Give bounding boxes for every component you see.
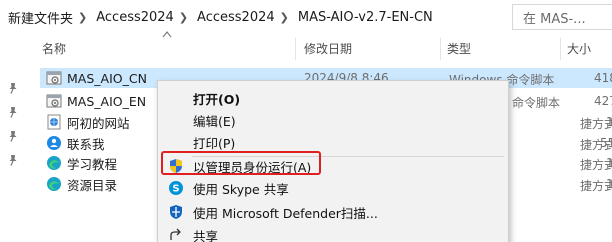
breadcrumb-item[interactable]: Access2024 (96, 10, 174, 25)
breadcrumb-item[interactable]: Access2024 (197, 10, 275, 25)
column-header-modified[interactable]: 修改日期 (304, 38, 352, 60)
menu-item-share[interactable]: 共享 (158, 224, 508, 242)
file-type: 命令脚本 (512, 96, 561, 110)
file-size: 55 (600, 136, 612, 150)
column-header-size[interactable]: 大小 (567, 38, 591, 60)
menu-item-print[interactable]: 打印(P) (158, 131, 508, 153)
menu-item-edit[interactable]: 编辑(E) (158, 109, 508, 131)
file-size: 1 (606, 115, 612, 129)
edge-icon (47, 156, 61, 170)
file-size: 1 (606, 177, 612, 191)
address-bar: 新建文件夹 ❯ Access2024 ❯ Access2024 ❯ MAS-AI… (0, 0, 612, 36)
column-divider[interactable] (560, 38, 561, 60)
pin-icon (9, 131, 17, 142)
defender-shield-icon (170, 205, 182, 219)
chevron-right-icon[interactable]: ❯ (73, 11, 96, 24)
sort-up-icon (162, 31, 172, 38)
batch-file-icon (46, 94, 62, 108)
breadcrumb-item[interactable]: MAS-AIO-v2.7-EN-CN (298, 10, 433, 25)
menu-item-label: 打印(P) (193, 135, 236, 151)
search-box[interactable]: 在 MAS-... (512, 4, 612, 30)
batch-file-icon (46, 71, 62, 85)
pin-icon (9, 83, 17, 94)
search-input[interactable]: 在 MAS-... (523, 8, 586, 27)
skype-icon: S (169, 181, 183, 195)
share-icon (170, 228, 181, 240)
file-size: 1 (606, 156, 612, 170)
breadcrumb: 新建文件夹 ❯ Access2024 ❯ Access2024 ❯ MAS-AI… (0, 5, 527, 29)
file-size: 418 (594, 71, 612, 85)
breadcrumb-item[interactable]: 新建文件夹 (8, 8, 73, 27)
column-divider[interactable] (295, 38, 296, 60)
pin-icon (9, 107, 17, 118)
highlight-annotation (161, 151, 321, 175)
svg-text:S: S (172, 184, 179, 195)
file-size: 427 (594, 94, 612, 108)
chevron-right-icon[interactable]: ❯ (275, 11, 298, 24)
menu-item-label: 使用 Skype 共享 (193, 181, 289, 197)
chevron-right-icon[interactable]: ❯ (174, 11, 197, 24)
internet-shortcut-icon (47, 114, 61, 130)
menu-item-label: 打开(O) (193, 91, 241, 107)
contact-icon (47, 136, 61, 150)
menu-item-label: 使用 Microsoft Defender扫描... (193, 205, 378, 221)
menu-item-label: 编辑(E) (193, 113, 236, 129)
pin-icon (9, 155, 17, 166)
column-header-name[interactable]: 名称 (42, 38, 66, 60)
column-divider[interactable] (440, 38, 441, 60)
menu-item-defender-scan[interactable]: 使用 Microsoft Defender扫描... (158, 201, 508, 223)
menu-item-share-skype[interactable]: S 使用 Skype 共享 (158, 177, 508, 199)
menu-item-label: 共享 (193, 228, 219, 242)
edge-icon (47, 177, 61, 191)
menu-item-open[interactable]: 打开(O) (158, 87, 508, 109)
column-header-type[interactable]: 类型 (447, 38, 471, 60)
